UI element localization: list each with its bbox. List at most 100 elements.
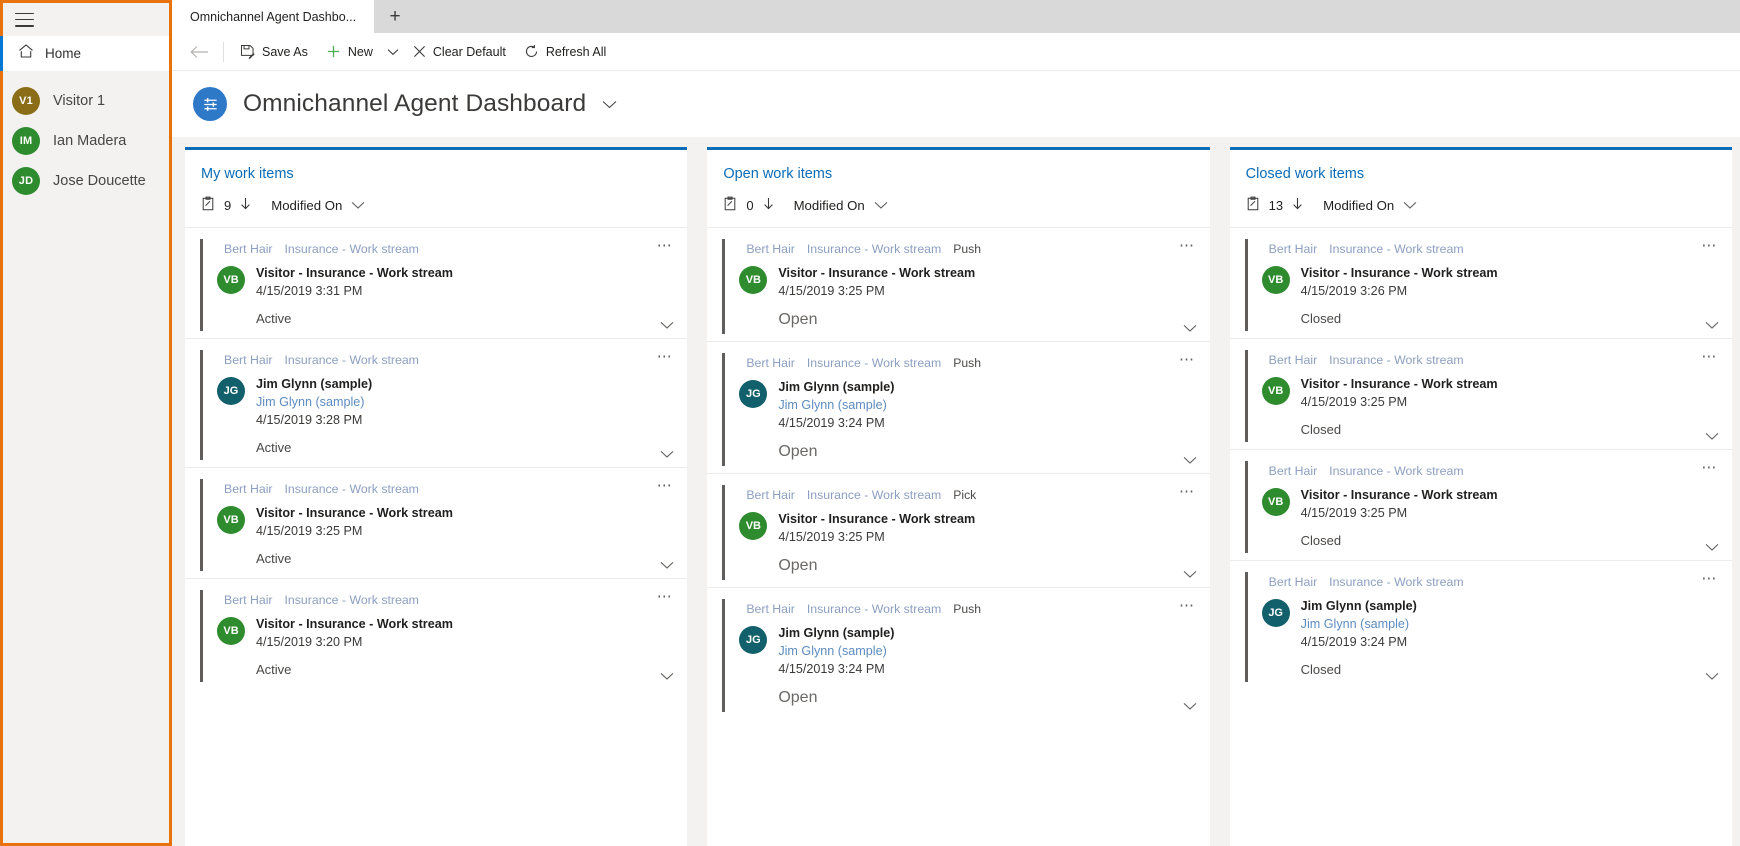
card-more-options-icon[interactable]: ⋯ (1179, 484, 1196, 499)
column-sort-field[interactable]: Modified On (794, 198, 865, 213)
card-workstream[interactable]: Insurance - Work stream (1329, 242, 1463, 256)
card-more-options-icon[interactable]: ⋯ (1179, 598, 1196, 613)
card-owner[interactable]: Bert Hair (746, 242, 795, 256)
work-item-card[interactable]: ⋯ Bert Hair Insurance - Work stream VB Visit… (1229, 449, 1732, 560)
card-subtitle[interactable]: Jim Glynn (sample) (1301, 616, 1417, 633)
card-more-options-icon[interactable]: ⋯ (1701, 349, 1718, 364)
card-owner[interactable]: Bert Hair (224, 242, 273, 256)
work-item-card[interactable]: ⋯ Bert Hair Insurance - Work stream VB Visit… (185, 578, 688, 689)
sort-direction-down-icon[interactable] (1292, 197, 1303, 213)
card-owner[interactable]: Bert Hair (224, 482, 273, 496)
card-status: Active (256, 311, 292, 326)
work-item-card[interactable]: ⋯ Bert Hair Insurance - Work stream Push JG J… (707, 587, 1210, 719)
card-owner[interactable]: Bert Hair (746, 602, 795, 616)
column-title[interactable]: Closed work items (1246, 166, 1716, 182)
card-more-options-icon[interactable]: ⋯ (1701, 571, 1718, 586)
card-workstream[interactable]: Insurance - Work stream (285, 482, 419, 496)
page-title-dropdown-caret[interactable] (602, 100, 617, 109)
card-owner[interactable]: Bert Hair (1269, 353, 1318, 367)
work-item-card[interactable]: ⋯ Bert Hair Insurance - Work stream VB Visit… (1229, 227, 1732, 338)
new-tab-button[interactable]: + (374, 0, 416, 33)
tab-omnichannel-agent-dashboard[interactable]: Omnichannel Agent Dashbo... (172, 0, 375, 33)
card-more-options-icon[interactable]: ⋯ (657, 589, 674, 604)
card-workstream[interactable]: Insurance - Work stream (807, 602, 941, 616)
work-item-card[interactable]: ⋯ Bert Hair Insurance - Work stream JG Jim G… (1229, 560, 1732, 689)
card-meta-row: Bert Hair Insurance - Work stream (1248, 353, 1720, 367)
hamburger-icon[interactable] (15, 12, 34, 27)
dashboard-icon (193, 87, 227, 121)
card-workstream[interactable]: Insurance - Work stream (1329, 464, 1463, 478)
card-owner[interactable]: Bert Hair (1269, 464, 1318, 478)
sidebar-item-home[interactable]: Home (0, 36, 169, 71)
card-more-options-icon[interactable]: ⋯ (1179, 352, 1196, 367)
column-title[interactable]: Open work items (723, 166, 1193, 182)
back-button[interactable] (182, 35, 216, 69)
card-owner[interactable]: Bert Hair (1269, 575, 1318, 589)
card-more-options-icon[interactable]: ⋯ (1701, 238, 1718, 253)
card-workstream[interactable]: Insurance - Work stream (285, 353, 419, 367)
card-expand-chevron-icon[interactable] (660, 561, 674, 570)
card-owner[interactable]: Bert Hair (1269, 242, 1318, 256)
card-expand-chevron-icon[interactable] (660, 321, 674, 330)
card-workstream[interactable]: Insurance - Work stream (1329, 353, 1463, 367)
sort-direction-down-icon[interactable] (240, 197, 251, 213)
card-more-options-icon[interactable]: ⋯ (657, 238, 674, 253)
refresh-all-button[interactable]: Refresh All (515, 35, 615, 69)
sort-direction-down-icon[interactable] (763, 197, 774, 213)
card-workstream[interactable]: Insurance - Work stream (1329, 575, 1463, 589)
card-subtitle[interactable]: Jim Glynn (sample) (256, 394, 372, 411)
card-expand-chevron-icon[interactable] (1183, 570, 1197, 579)
card-expand-chevron-icon[interactable] (660, 450, 674, 459)
card-expand-chevron-icon[interactable] (1705, 672, 1719, 681)
card-expand-chevron-icon[interactable] (660, 672, 674, 681)
sidebar-home-label: Home (45, 46, 82, 61)
sort-dropdown-caret-icon[interactable] (351, 201, 365, 210)
work-item-card[interactable]: ⋯ Bert Hair Insurance - Work stream Pick VB V… (707, 473, 1210, 587)
card-more-options-icon[interactable]: ⋯ (1701, 460, 1718, 475)
card-workstream[interactable]: Insurance - Work stream (285, 593, 419, 607)
sidebar-person-2[interactable]: IM Ian Madera (3, 121, 169, 161)
card-more-options-icon[interactable]: ⋯ (657, 478, 674, 493)
card-text-lines: Visitor - Insurance - Work stream 4/15/20… (256, 616, 453, 651)
card-subtitle[interactable]: Jim Glynn (sample) (778, 397, 894, 414)
card-expand-chevron-icon[interactable] (1705, 321, 1719, 330)
card-expand-chevron-icon[interactable] (1183, 456, 1197, 465)
card-expand-chevron-icon[interactable] (1183, 702, 1197, 711)
card-owner[interactable]: Bert Hair (746, 488, 795, 502)
work-item-card[interactable]: ⋯ Bert Hair Insurance - Work stream VB Visit… (185, 467, 688, 578)
card-expand-chevron-icon[interactable] (1705, 432, 1719, 441)
card-owner[interactable]: Bert Hair (746, 356, 795, 370)
sidebar-person-3[interactable]: JD Jose Doucette (3, 161, 169, 201)
card-workstream[interactable]: Insurance - Work stream (807, 488, 941, 502)
new-dropdown-caret[interactable] (382, 35, 404, 69)
sidebar-person-1[interactable]: V1 Visitor 1 (3, 81, 169, 121)
work-item-card[interactable]: ⋯ Bert Hair Insurance - Work stream JG Jim G… (185, 338, 688, 467)
card-expand-chevron-icon[interactable] (1183, 324, 1197, 333)
card-workstream[interactable]: Insurance - Work stream (807, 242, 941, 256)
new-button[interactable]: New (317, 35, 382, 69)
column-sort-field[interactable]: Modified On (271, 198, 342, 213)
card-owner[interactable]: Bert Hair (224, 353, 273, 367)
clear-default-button[interactable]: Clear Default (404, 35, 515, 69)
work-item-card[interactable]: ⋯ Bert Hair Insurance - Work stream Push JG J… (707, 341, 1210, 473)
save-as-button[interactable]: Save As (231, 35, 317, 69)
card-mode: Pick (953, 488, 977, 502)
sitemap-toggle[interactable] (3, 3, 169, 36)
card-expand-chevron-icon[interactable] (1705, 543, 1719, 552)
card-workstream[interactable]: Insurance - Work stream (807, 356, 941, 370)
card-more-options-icon[interactable]: ⋯ (657, 349, 674, 364)
card-title: Visitor - Insurance - Work stream (1300, 377, 1498, 391)
card-meta-row: Bert Hair Insurance - Work stream (1248, 242, 1720, 256)
card-workstream[interactable]: Insurance - Work stream (285, 242, 419, 256)
card-subtitle[interactable]: Jim Glynn (sample) (778, 643, 894, 660)
card-more-options-icon[interactable]: ⋯ (1179, 238, 1196, 253)
sort-dropdown-caret-icon[interactable] (874, 201, 888, 210)
card-owner[interactable]: Bert Hair (224, 593, 273, 607)
sort-dropdown-caret-icon[interactable] (1403, 201, 1417, 210)
column-sort-field[interactable]: Modified On (1323, 198, 1394, 213)
column-title[interactable]: My work items (201, 166, 671, 182)
card-status: Closed (1300, 533, 1342, 548)
work-item-card[interactable]: ⋯ Bert Hair Insurance - Work stream VB Visit… (185, 227, 688, 338)
work-item-card[interactable]: ⋯ Bert Hair Insurance - Work stream VB Visit… (1229, 338, 1732, 449)
work-item-card[interactable]: ⋯ Bert Hair Insurance - Work stream Push VB V… (707, 227, 1210, 341)
